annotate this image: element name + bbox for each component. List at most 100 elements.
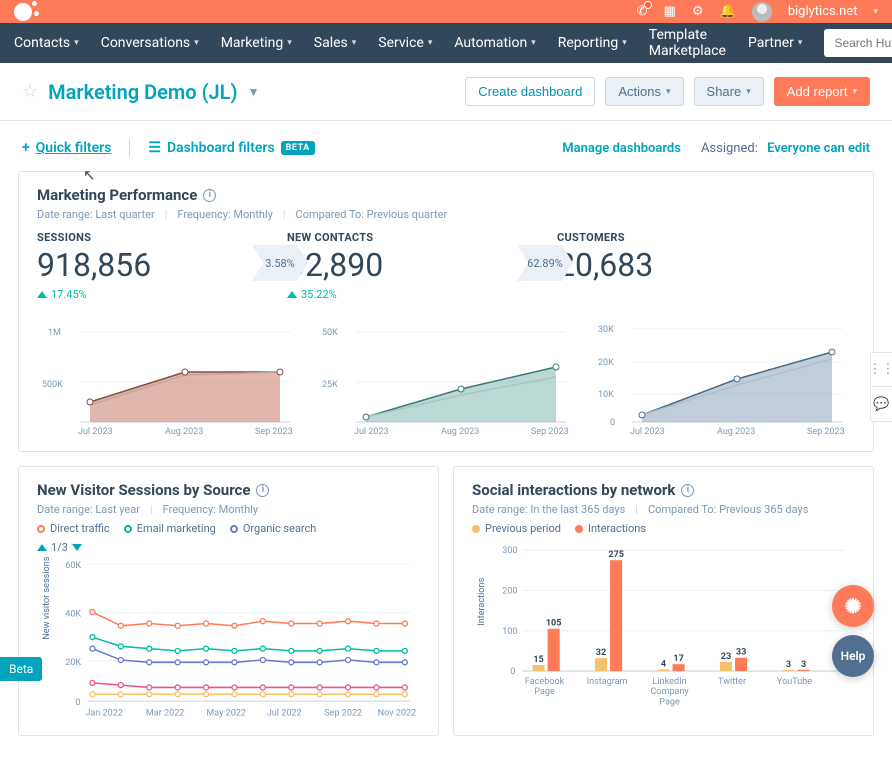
frequency: Frequency: Monthly (177, 208, 272, 221)
chart-visitor-sessions: New visitor sessions 60K 40K 20K 0 Jan 2… (37, 554, 420, 720)
chevron-down-icon[interactable]: ▾ (873, 7, 878, 17)
pager-down-icon[interactable] (72, 544, 82, 551)
svg-text:17: 17 (673, 654, 683, 664)
svg-text:30K: 30K (598, 325, 614, 335)
fab-help-button[interactable]: Help (832, 635, 874, 677)
compared-to: Compared To: Previous 365 days (648, 503, 808, 516)
svg-text:Sep 2023: Sep 2023 (807, 427, 845, 437)
quick-filters-button[interactable]: + Quick filters (22, 140, 111, 156)
svg-text:May 2022: May 2022 (206, 708, 246, 718)
legend-pager[interactable]: 1/3 (37, 541, 420, 554)
svg-text:3: 3 (801, 660, 806, 670)
chat-icon[interactable]: 💬 (871, 387, 892, 421)
svg-text:Aug 2023: Aug 2023 (165, 427, 203, 437)
svg-text:Page: Page (534, 687, 555, 697)
svg-text:25K: 25K (322, 380, 338, 390)
svg-text:New visitor sessions: New visitor sessions (42, 556, 52, 639)
metric-new-contacts: NEW CONTACTS 32,890 35.22% (287, 231, 427, 301)
svg-text:200: 200 (502, 586, 517, 596)
card-title: New Visitor Sessions by Source (37, 481, 250, 499)
svg-text:Instagram: Instagram (587, 677, 628, 687)
info-icon[interactable]: i (681, 484, 694, 497)
user-avatar-icon[interactable] (752, 2, 772, 22)
nav-conversations[interactable]: Conversations▾ (101, 35, 199, 51)
actions-button[interactable]: Actions▾ (605, 77, 683, 106)
metric-customers: CUSTOMERS 20,683 (557, 231, 697, 284)
svg-text:Jan 2022: Jan 2022 (85, 708, 123, 718)
beta-badge: BETA (281, 141, 315, 155)
svg-text:20K: 20K (598, 358, 614, 368)
dashboard-titlebar: ☆ Marketing Demo (JL) ▼ Create dashboard… (0, 63, 892, 121)
arrow-up-icon (37, 291, 47, 298)
nav-reporting[interactable]: Reporting▾ (558, 35, 627, 51)
frequency: Frequency: Monthly (163, 503, 258, 516)
svg-text:Sep 2023: Sep 2023 (531, 427, 569, 437)
svg-text:3: 3 (786, 660, 791, 670)
svg-text:Nov 2022: Nov 2022 (378, 708, 417, 718)
card-marketing-performance: Marketing Performance i Date range: Last… (18, 171, 874, 452)
svg-text:Jul 2022: Jul 2022 (267, 708, 302, 718)
dashboard-title[interactable]: Marketing Demo (JL) (48, 80, 237, 104)
date-range: Date range: In the last 365 days (472, 503, 625, 516)
nav-template-marketplace[interactable]: Template Marketplace (649, 27, 726, 59)
assigned-value[interactable]: Everyone can edit (767, 141, 870, 156)
beta-side-tab[interactable]: Beta (0, 657, 42, 681)
svg-text:100: 100 (502, 627, 517, 637)
manage-dashboards-link[interactable]: Manage dashboards (562, 141, 681, 156)
svg-text:23: 23 (721, 652, 731, 662)
create-dashboard-button[interactable]: Create dashboard (465, 77, 595, 106)
svg-text:275: 275 (608, 550, 624, 560)
svg-text:4: 4 (661, 659, 666, 669)
nav-marketing[interactable]: Marketing▾ (221, 35, 292, 51)
main-nav: Contacts▾ Conversations▾ Marketing▾ Sale… (0, 23, 892, 63)
pager-up-icon[interactable] (37, 544, 47, 551)
svg-text:Aug 2023: Aug 2023 (441, 427, 479, 437)
chart-sessions: 1M 500K Jul 2023 Aug 2023 Sep 2023 (37, 317, 303, 441)
svg-text:50K: 50K (322, 328, 338, 338)
dashboard-filters-button[interactable]: ☰ Dashboard filters BETA (148, 140, 314, 156)
chevron-down-icon[interactable]: ▼ (248, 85, 260, 99)
nav-automation[interactable]: Automation▾ (454, 35, 535, 51)
marketplace-icon[interactable]: ▦ (664, 4, 676, 19)
svg-text:15: 15 (533, 655, 543, 665)
date-range: Date range: Last quarter (37, 208, 155, 221)
svg-text:20K: 20K (65, 658, 81, 668)
nav-sales[interactable]: Sales▾ (314, 35, 357, 51)
assigned-label: Assigned: (701, 141, 758, 156)
favorite-star-icon[interactable]: ☆ (22, 81, 38, 102)
funnel-rate-2: 62.89% (517, 245, 573, 281)
add-report-button[interactable]: Add report▾ (774, 77, 870, 106)
date-range: Date range: Last year (37, 503, 140, 516)
account-name[interactable]: biglytics.net (788, 4, 858, 19)
svg-text:Facebook: Facebook (525, 677, 565, 687)
metric-sessions: SESSIONS 918,856 17.45% (37, 231, 177, 301)
svg-text:300: 300 (502, 546, 517, 556)
info-icon[interactable]: i (203, 189, 216, 202)
info-icon[interactable]: i (256, 484, 269, 497)
phone-icon[interactable]: ✆ (637, 4, 648, 19)
fab-automation-icon[interactable]: ✺ (832, 585, 874, 627)
share-button[interactable]: Share▾ (694, 77, 764, 106)
arrow-up-icon (287, 291, 297, 298)
cursor-icon: ↖ (83, 166, 96, 184)
settings-gear-icon[interactable]: ⚙ (692, 4, 704, 19)
nav-contacts[interactable]: Contacts▾ (14, 35, 79, 51)
notifications-bell-icon[interactable]: 🔔 (720, 4, 736, 19)
svg-text:Company: Company (650, 687, 689, 697)
chart-new-contacts: 50K 25K Jul 2023 Aug 2023 Sep 2023 (313, 317, 579, 441)
search-input[interactable] (832, 35, 892, 51)
svg-text:Sep 2023: Sep 2023 (255, 427, 293, 437)
svg-text:YouTube: YouTube (777, 677, 812, 687)
svg-text:1M: 1M (48, 328, 61, 338)
grid-icon[interactable]: ⋮⋮ (871, 353, 892, 387)
compared-to: Compared To: Previous quarter (296, 208, 448, 221)
nav-partner[interactable]: Partner▾ (748, 35, 802, 51)
hubspot-logo-icon[interactable] (14, 3, 32, 21)
svg-text:Aug 2023: Aug 2023 (717, 427, 755, 437)
svg-text:105: 105 (546, 619, 562, 629)
sliders-icon: ☰ (148, 140, 161, 156)
svg-text:Jul 2023: Jul 2023 (78, 427, 113, 437)
svg-text:32: 32 (596, 648, 606, 658)
global-search[interactable]: 🔍 (824, 29, 892, 57)
nav-service[interactable]: Service▾ (378, 35, 432, 51)
